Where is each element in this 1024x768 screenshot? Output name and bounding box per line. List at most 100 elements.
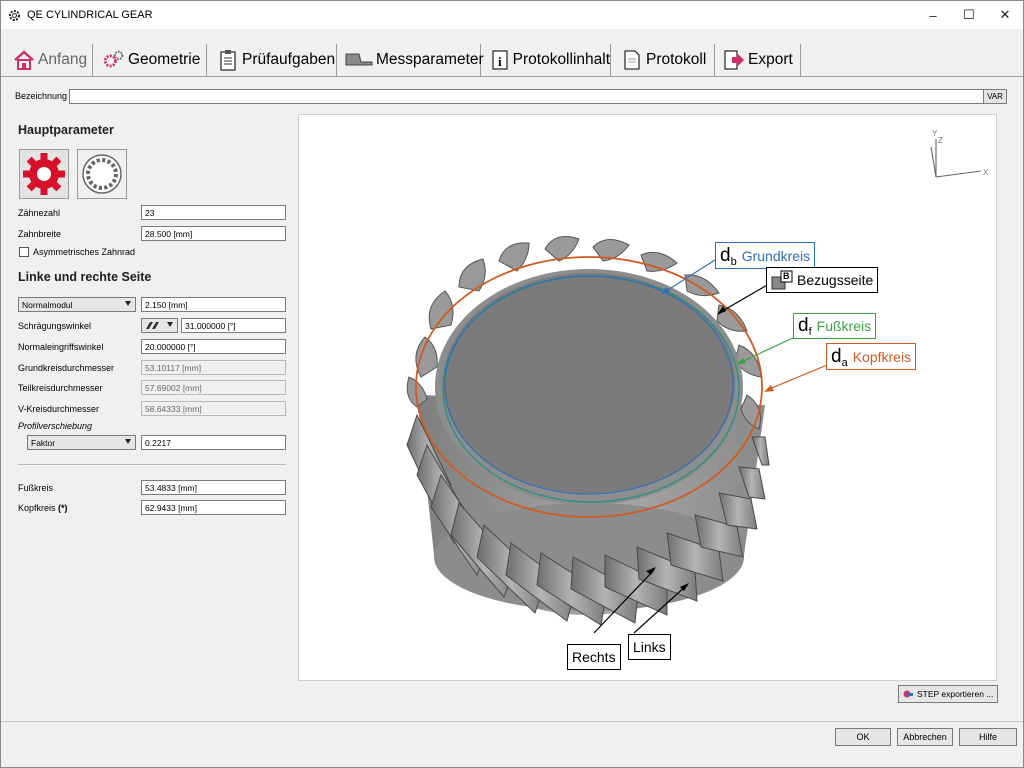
tab-pruefaufgaben[interactable]: Prüfaufgaben bbox=[213, 44, 337, 76]
kopf-input[interactable]: 62.9433 [mm] bbox=[141, 500, 286, 515]
export-icon bbox=[723, 49, 745, 71]
app-window: QE CYLINDRICAL GEAR – ☐ ✕ Anfang Geometr… bbox=[0, 0, 1024, 768]
axis-x-label: X bbox=[983, 168, 989, 177]
asym-label: Asymmetrisches Zahnrad bbox=[33, 247, 136, 257]
home-icon bbox=[13, 49, 35, 71]
var-button[interactable]: VAR bbox=[983, 88, 1007, 104]
gear-3d-viewport[interactable]: Y Z X d b Grundkreis B Bezugsseite d f F… bbox=[298, 114, 997, 681]
kopfkreis-text: Kopfkreis bbox=[852, 348, 912, 365]
tab-label: Protokollinhalt bbox=[512, 51, 610, 68]
links-text: Links bbox=[633, 639, 666, 655]
step-export-icon bbox=[903, 689, 913, 699]
kopfkreis-arrowhead bbox=[764, 385, 774, 392]
tab-anfang[interactable]: Anfang bbox=[9, 44, 93, 76]
footer-separator bbox=[1, 721, 1023, 722]
tab-divider bbox=[1, 76, 1023, 77]
fusskreis-sub: f bbox=[808, 326, 812, 338]
tab-label: Anfang bbox=[38, 51, 88, 68]
helix-direction-select[interactable] bbox=[141, 318, 178, 333]
external-gear-button[interactable] bbox=[19, 149, 69, 199]
tab-label: Prüfaufgaben bbox=[242, 51, 336, 68]
profil-input[interactable]: 0.2217 bbox=[141, 435, 286, 450]
probe-icon bbox=[345, 49, 373, 71]
zahnbreite-input[interactable]: 28.500 [mm] bbox=[141, 226, 286, 241]
external-gear-icon bbox=[23, 153, 65, 195]
bezugsseite-badge: B bbox=[783, 271, 790, 281]
cancel-button[interactable]: Abbrechen bbox=[897, 728, 953, 746]
normaleingriff-label: Normaleingriffswinkel bbox=[18, 342, 104, 352]
links-callout: Links bbox=[628, 634, 671, 660]
step-export-label: STEP exportieren ... bbox=[917, 689, 994, 699]
bezugsseite-badge-icon: B bbox=[771, 270, 793, 290]
tab-label: Export bbox=[748, 51, 793, 68]
fuss-input[interactable]: 53.4833 [mm] bbox=[141, 480, 286, 495]
modul-select[interactable]: Normalmodul bbox=[18, 297, 136, 312]
kopfkreis-sub: a bbox=[841, 356, 848, 369]
zahnbreite-label: Zahnbreite bbox=[18, 229, 62, 239]
grundkreis-sym: d bbox=[720, 244, 731, 266]
hauptparameter-heading: Hauptparameter bbox=[18, 123, 114, 137]
helix-icon bbox=[146, 322, 159, 329]
kopfkreis-leader bbox=[766, 364, 828, 391]
schraeg-input[interactable]: 31.000000 [°] bbox=[181, 318, 286, 333]
help-button[interactable]: Hilfe bbox=[959, 728, 1017, 746]
profil-select[interactable]: Faktor bbox=[27, 435, 136, 450]
tab-protokoll[interactable]: Protokoll bbox=[617, 44, 715, 76]
svg-text:i: i bbox=[498, 54, 502, 69]
ok-button[interactable]: OK bbox=[835, 728, 891, 746]
step-export-button[interactable]: STEP exportieren ... bbox=[898, 685, 998, 703]
zaehnezahl-label: Zähnezahl bbox=[18, 208, 61, 218]
fuss-label: Fußkreis bbox=[18, 483, 54, 493]
rechts-callout: Rechts bbox=[567, 644, 621, 670]
title-bar: QE CYLINDRICAL GEAR – ☐ ✕ bbox=[1, 1, 1023, 29]
asym-checkbox[interactable] bbox=[19, 247, 29, 257]
zaehnezahl-input[interactable]: 23 bbox=[141, 205, 286, 220]
chevron-down-icon bbox=[125, 301, 131, 306]
bezugsseite-callout: B Bezugsseite bbox=[766, 267, 879, 293]
profil-label: Profilverschiebung bbox=[18, 421, 93, 431]
bezugsseite-leader bbox=[718, 283, 770, 314]
internal-gear-icon bbox=[82, 154, 122, 194]
grundkreis-value: 53.10117 [mm] bbox=[141, 360, 286, 375]
axis-z-label: Z bbox=[938, 136, 943, 145]
grundkreis-label: Grundkreisdurchmesser bbox=[18, 363, 115, 373]
gears-icon bbox=[103, 49, 125, 71]
info-doc-icon: i bbox=[491, 49, 510, 71]
fusskreis-callout: d f Fußkreis bbox=[793, 313, 877, 339]
gear-app-icon bbox=[7, 8, 21, 22]
grundkreis-text: Grundkreis bbox=[741, 247, 811, 264]
kopfkreis-sym: d bbox=[831, 345, 842, 367]
normaleingriff-input[interactable]: 20.000000 [°] bbox=[141, 339, 286, 354]
grundkreis-sub: b bbox=[730, 255, 737, 268]
tab-messparameter[interactable]: Messparameter bbox=[341, 44, 484, 76]
modul-input[interactable]: 2.150 [mm] bbox=[141, 297, 286, 312]
vkreis-value: 58.64333 [mm] bbox=[141, 401, 286, 416]
kopf-marker: (*) bbox=[58, 503, 68, 513]
close-button[interactable]: ✕ bbox=[987, 1, 1023, 29]
kopfkreis-callout: d a Kopfkreis bbox=[826, 343, 917, 370]
grundkreis-callout: d b Grundkreis bbox=[715, 242, 816, 269]
window-title: QE CYLINDRICAL GEAR bbox=[27, 9, 153, 21]
tab-geometrie[interactable]: Geometrie bbox=[99, 44, 207, 76]
minimize-button[interactable]: – bbox=[915, 1, 951, 29]
rechts-text: Rechts bbox=[572, 649, 616, 665]
tab-label: Protokoll bbox=[646, 51, 707, 68]
maximize-button[interactable]: ☐ bbox=[951, 1, 987, 29]
fusskreis-text: Fußkreis bbox=[816, 318, 872, 334]
document-icon bbox=[621, 49, 643, 71]
bezeichnung-input[interactable] bbox=[69, 88, 984, 104]
tab-export[interactable]: Export bbox=[719, 44, 801, 76]
bezeichnung-row: Bezeichnung VAR bbox=[15, 88, 1007, 104]
tab-protokollinhalt[interactable]: i Protokollinhalt bbox=[487, 44, 611, 76]
tab-label: Geometrie bbox=[128, 51, 201, 68]
tab-label: Messparameter bbox=[376, 51, 484, 68]
kopf-label-text: Kopfkreis bbox=[18, 503, 56, 513]
internal-gear-button[interactable] bbox=[77, 149, 127, 199]
chevron-down-icon bbox=[125, 439, 131, 444]
bezeichnung-label: Bezeichnung bbox=[15, 91, 68, 101]
teilkreis-value: 57.69002 [mm] bbox=[141, 380, 286, 395]
clipboard-icon bbox=[217, 49, 239, 71]
vkreis-label: V-Kreisdurchmesser bbox=[18, 404, 100, 414]
kopf-label: Kopfkreis (*) bbox=[18, 503, 68, 513]
profil-select-value: Faktor bbox=[31, 437, 56, 448]
